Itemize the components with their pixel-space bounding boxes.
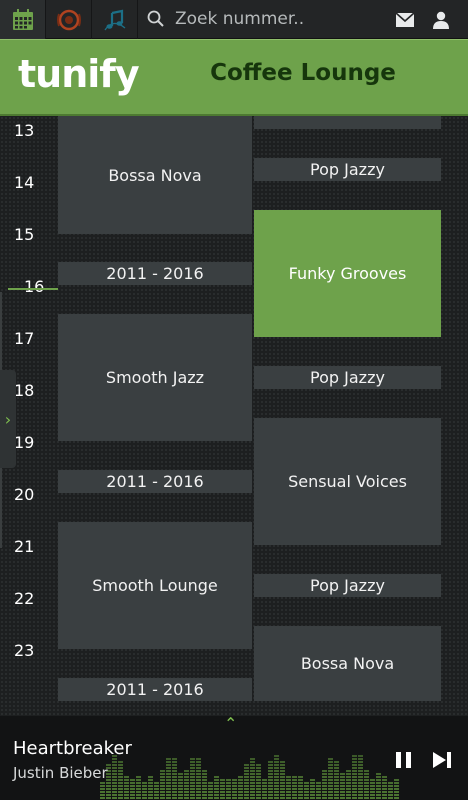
hour-label: 23 <box>14 641 35 660</box>
chevron-up-icon[interactable]: ⌃ <box>224 716 237 733</box>
schedule-block[interactable]: 2011 - 2016 <box>58 678 252 701</box>
side-drawer-handle[interactable]: › <box>0 370 16 468</box>
schedule-block[interactable]: Pop Jazzy <box>254 574 441 597</box>
hour-label: 20 <box>14 485 35 504</box>
calendar-tab[interactable] <box>0 0 46 39</box>
radio-icon <box>56 9 81 30</box>
schedule-block-active[interactable]: Funky Grooves <box>254 210 441 337</box>
song-artist: Justin Bieber <box>13 764 108 782</box>
schedule-block[interactable]: Bossa Nova <box>58 116 252 234</box>
schedule-block[interactable]: Pop Jazzy <box>254 158 441 181</box>
search-input[interactable] <box>175 6 375 32</box>
mail-icon <box>396 12 414 27</box>
music-tab[interactable] <box>92 0 138 39</box>
schedule-block[interactable]: Pop Jazzy <box>254 366 441 389</box>
schedule-grid: 13 14 15 16 17 18 19 20 21 22 23 › Bossa… <box>0 116 468 716</box>
hour-label: 13 <box>14 121 35 140</box>
chevron-right-icon: › <box>4 409 12 429</box>
user-icon <box>433 11 449 29</box>
top-toolbar <box>0 0 468 39</box>
music-note-icon <box>103 9 125 30</box>
pause-icon[interactable] <box>392 748 416 772</box>
channel-title: Coffee Lounge <box>210 60 396 86</box>
schedule-block[interactable]: Sensual Voices <box>254 418 441 545</box>
hour-label: 18 <box>14 381 35 400</box>
hour-label: 17 <box>14 329 35 348</box>
song-title: Heartbreaker <box>13 738 132 759</box>
channel-header: tunify Coffee Lounge <box>0 39 468 116</box>
schedule-block[interactable]: Smooth Jazz <box>58 314 252 441</box>
hour-label: 21 <box>14 537 35 556</box>
calendar-icon <box>12 8 33 30</box>
schedule-block[interactable] <box>254 116 441 129</box>
hour-label: 15 <box>14 225 35 244</box>
schedule-block[interactable]: Bossa Nova <box>254 626 441 701</box>
search-box <box>139 0 387 39</box>
hour-label: 22 <box>14 589 35 608</box>
hour-label: 14 <box>14 173 35 192</box>
hour-label: 19 <box>14 433 35 452</box>
search-icon <box>147 10 164 27</box>
mail-button[interactable] <box>386 0 424 39</box>
user-button[interactable] <box>422 0 460 39</box>
skip-next-icon[interactable] <box>430 748 454 772</box>
current-time-indicator <box>8 288 58 290</box>
tunify-logo: tunify <box>18 52 140 96</box>
now-playing-bar[interactable]: ⌃ Heartbreaker Justin Bieber <box>0 716 468 800</box>
schedule-block[interactable]: Smooth Lounge <box>58 522 252 649</box>
schedule-block[interactable]: 2011 - 2016 <box>58 262 252 285</box>
equalizer-visualizer <box>100 755 399 799</box>
radio-tab[interactable] <box>46 0 92 39</box>
schedule-block[interactable]: 2011 - 2016 <box>58 470 252 493</box>
